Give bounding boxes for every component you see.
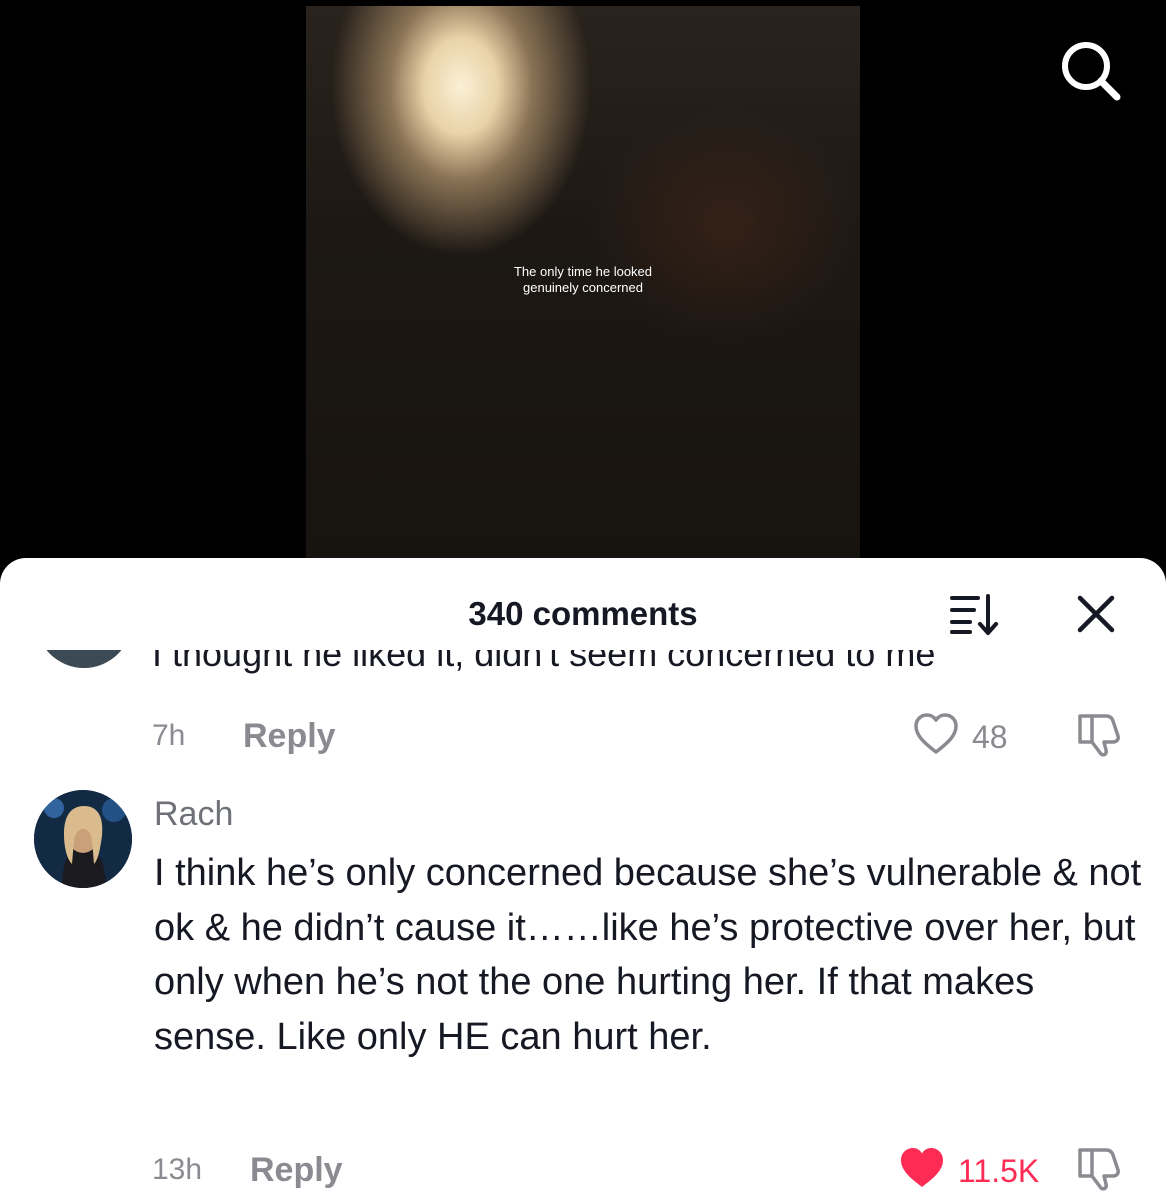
comment-username[interactable]: Rach bbox=[154, 794, 233, 834]
search-icon bbox=[1062, 42, 1121, 101]
profile-photo bbox=[34, 790, 132, 888]
sort-button[interactable] bbox=[946, 592, 1002, 636]
comment-time: 7h bbox=[152, 719, 186, 752]
like-count: 11.5K bbox=[958, 1153, 1040, 1189]
video-caption-line-2: genuinely concerned bbox=[523, 280, 643, 295]
close-icon bbox=[1077, 595, 1115, 633]
heart-outline-icon bbox=[914, 713, 958, 754]
avatar[interactable] bbox=[36, 650, 132, 668]
video-area[interactable]: The only time he looked genuinely concer… bbox=[0, 0, 1166, 580]
close-button[interactable] bbox=[1074, 592, 1118, 636]
dislike-button[interactable] bbox=[1074, 1144, 1124, 1192]
like-button[interactable] bbox=[899, 1146, 945, 1190]
video-caption: The only time he looked genuinely concer… bbox=[306, 264, 860, 296]
comment-meta-row: 7h Reply 48 bbox=[0, 710, 1166, 760]
thumbs-down-icon bbox=[1078, 714, 1120, 757]
heart-filled-icon bbox=[901, 1148, 943, 1187]
avatar[interactable] bbox=[34, 790, 132, 888]
comment-text: I think he’s only concerned because she’… bbox=[154, 852, 1142, 1058]
reply-button[interactable]: Reply bbox=[243, 716, 336, 756]
sort-icon bbox=[950, 594, 998, 635]
search-button[interactable] bbox=[1056, 36, 1124, 104]
comments-sheet: 340 comments I thought he liked it, didn… bbox=[0, 558, 1166, 1200]
dislike-button[interactable] bbox=[1074, 710, 1124, 758]
like-button[interactable] bbox=[913, 712, 959, 756]
comments-header: 340 comments bbox=[0, 558, 1166, 650]
thumbs-down-icon bbox=[1078, 1148, 1120, 1191]
comment-time: 13h bbox=[152, 1153, 203, 1186]
video-caption-line-1: The only time he looked bbox=[513, 264, 653, 279]
like-count: 48 bbox=[972, 719, 1008, 755]
video-frame[interactable]: The only time he looked genuinely concer… bbox=[306, 6, 860, 566]
comment-text: I thought he liked it, didn't seem conce… bbox=[152, 650, 936, 674]
reply-button[interactable]: Reply bbox=[250, 1150, 343, 1190]
comment-meta-row: 13h Reply 11.5K bbox=[0, 1144, 1166, 1194]
previous-comment: I thought he liked it, didn't seem conce… bbox=[0, 650, 1166, 680]
